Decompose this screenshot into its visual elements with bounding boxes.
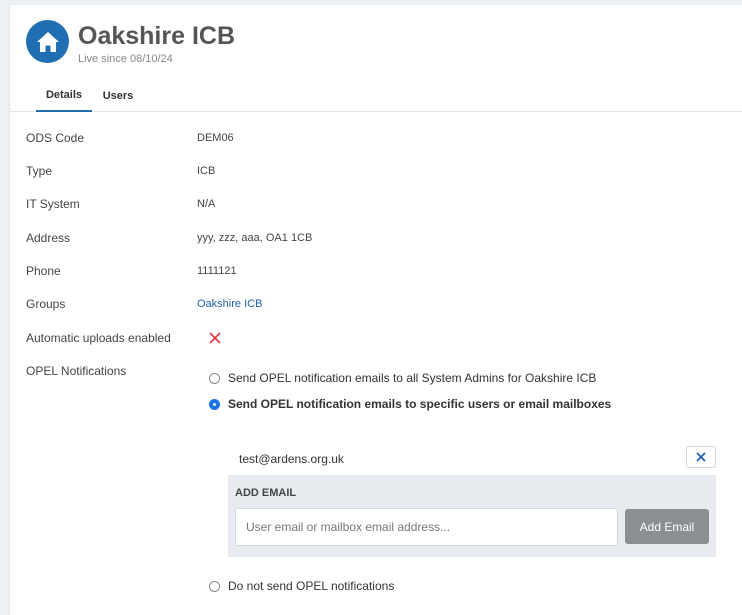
- tab-bar: Details Users: [10, 79, 742, 112]
- opel-option-all-admins[interactable]: Send OPEL notification emails to all Sys…: [209, 371, 596, 385]
- groups-label: Groups: [26, 297, 66, 311]
- ods-code-label: ODS Code: [26, 131, 85, 145]
- phone-value: 1111121: [197, 265, 237, 277]
- radio-button[interactable]: [209, 580, 220, 592]
- add-email-panel: ADD EMAIL Add Email: [228, 475, 716, 557]
- email-input[interactable]: [235, 508, 618, 546]
- type-value: ICB: [197, 165, 216, 177]
- cross-icon: [209, 332, 221, 347]
- house-icon: [26, 20, 69, 63]
- remove-email-button[interactable]: [686, 446, 716, 468]
- opel-option-label: Send OPEL notification emails to all Sys…: [228, 371, 597, 385]
- phone-label: Phone: [26, 264, 61, 278]
- opel-option-none[interactable]: Do not send OPEL notifications: [209, 579, 394, 593]
- add-email-title: ADD EMAIL: [235, 487, 297, 499]
- auto-uploads-label: Automatic uploads enabled: [26, 331, 171, 345]
- organisation-card: Oakshire ICB Live since 08/10/24 Details…: [9, 5, 742, 615]
- add-email-button[interactable]: Add Email: [625, 509, 709, 544]
- page-title: Oakshire ICB: [78, 22, 236, 50]
- opel-label: OPEL Notifications: [26, 364, 127, 378]
- it-system-value: N/A: [197, 198, 216, 210]
- address-value: yyy, zzz, aaa, OA1 1CB: [197, 232, 313, 244]
- opel-option-specific-users[interactable]: Send OPEL notification emails to specifi…: [209, 397, 611, 411]
- type-label: Type: [26, 164, 53, 178]
- tab-details[interactable]: Details: [36, 79, 92, 112]
- opel-option-label: Send OPEL notification emails to specifi…: [228, 397, 612, 411]
- live-since-text: Live since 08/10/24: [78, 53, 173, 65]
- radio-button[interactable]: [209, 372, 220, 384]
- email-list-item: test@ardens.org.uk: [239, 446, 716, 472]
- it-system-label: IT System: [26, 197, 80, 211]
- email-address: test@ardens.org.uk: [239, 452, 344, 466]
- ods-code-value: DEM06: [197, 132, 234, 144]
- opel-option-label: Do not send OPEL notifications: [228, 579, 395, 593]
- group-link[interactable]: Oakshire ICB: [197, 298, 262, 310]
- radio-button-selected[interactable]: [209, 398, 220, 410]
- address-label: Address: [26, 231, 71, 245]
- close-icon: [696, 452, 706, 462]
- tab-users[interactable]: Users: [100, 79, 136, 112]
